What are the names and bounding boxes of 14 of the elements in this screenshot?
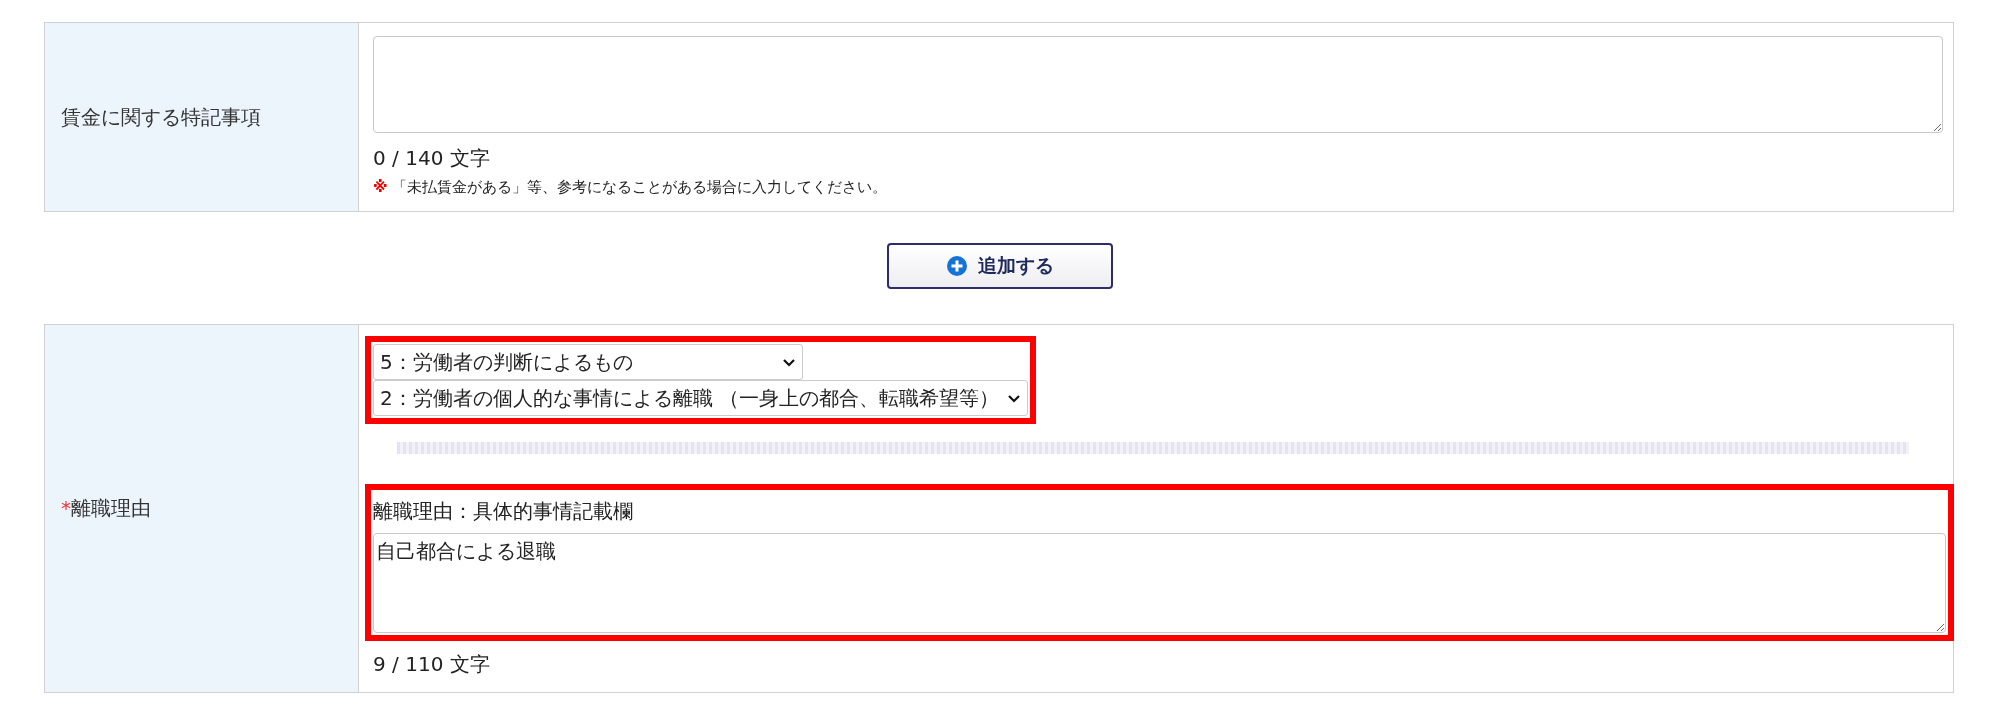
dropdown[interactable]: 2：労働者の個人的な事情による離職 （一身上の都合、転職希望等） <box>373 380 1029 416</box>
character-count: 0 / 140 文字 <box>373 145 491 172</box>
add-button[interactable]: 追加する <box>887 243 1113 289</box>
field-label: 賃金に関する特記事項 <box>61 103 261 131</box>
character-count: 9 / 110 文字 <box>373 651 491 678</box>
chevron-down-icon <box>782 357 796 367</box>
text-area[interactable]: 自己都合による退職 <box>373 533 1946 633</box>
text-area[interactable] <box>373 36 1943 133</box>
hint-text: ※ 「未払賃金がある」等、参考になることがある場合に入力してください。 <box>373 178 889 197</box>
dropdown[interactable]: 5：労働者の判断によるもの <box>373 344 803 380</box>
field-label: *離職理由 <box>61 495 151 522</box>
field-label: 離職理由：具体的事情記載欄 <box>373 498 634 525</box>
chevron-down-icon <box>1007 393 1022 403</box>
plus-circle-icon <box>946 255 968 277</box>
